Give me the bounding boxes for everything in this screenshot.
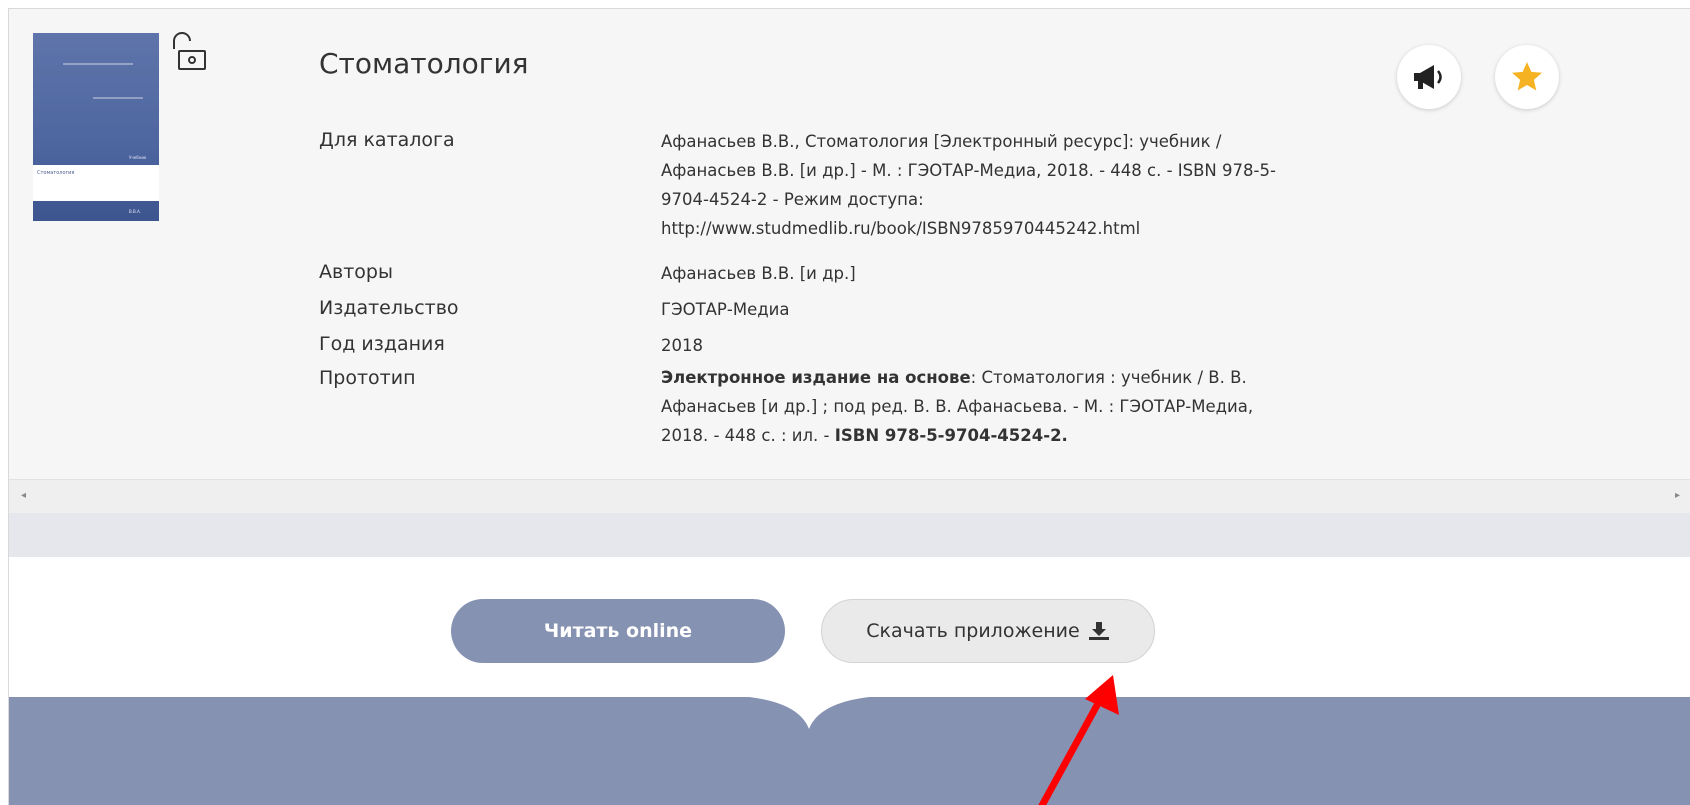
field-value-year: 2018 (661, 336, 703, 355)
field-label-year: Год издания (319, 333, 445, 355)
book-card: Учебник Стоматология В.В.А. Стоматология… (8, 8, 1690, 805)
unlocked-lock-icon[interactable] (167, 31, 209, 75)
bar-notch (749, 697, 869, 729)
download-app-label: Скачать приложение (866, 620, 1080, 642)
field-label-authors: Авторы (319, 261, 393, 283)
field-label-prototype: Прототип (319, 367, 416, 389)
horizontal-scrollbar[interactable]: ◂ ▸ (9, 479, 1690, 514)
field-value-catalog: Афанасьев В.В., Стоматология [Электронны… (661, 132, 1276, 238)
read-online-button[interactable]: Читать online (451, 599, 785, 663)
scroll-left-arrow-icon[interactable]: ◂ (21, 490, 26, 501)
favorite-button[interactable] (1495, 45, 1559, 109)
scroll-right-arrow-icon[interactable]: ▸ (1675, 490, 1680, 501)
divider-strip (9, 513, 1690, 557)
field-value-publisher: ГЭОТАР-Медиа (661, 300, 790, 319)
announce-button[interactable] (1397, 45, 1461, 109)
prototype-bold-prefix: Электронное издание на основе (661, 368, 971, 387)
prototype-isbn: ISBN 978-5-9704-4524-2. (834, 426, 1068, 445)
book-cover-image: Учебник Стоматология В.В.А. (33, 33, 159, 221)
megaphone-icon (1414, 65, 1442, 89)
book-title: Стоматология (319, 47, 529, 80)
field-label-publisher: Издательство (319, 297, 459, 319)
book-info-panel: Учебник Стоматология В.В.А. Стоматология… (9, 9, 1690, 517)
star-icon (1512, 62, 1542, 91)
download-icon (1088, 621, 1110, 641)
field-value-authors: Афанасьев В.В. [и др.] (661, 264, 856, 283)
read-online-label: Читать online (543, 620, 693, 642)
download-app-button[interactable]: Скачать приложение (821, 599, 1155, 663)
field-label-catalog: Для каталога (319, 129, 455, 151)
field-value-prototype: Электронное издание на основе: Стоматоло… (661, 363, 1301, 450)
annotation-arrow (1038, 675, 1119, 805)
